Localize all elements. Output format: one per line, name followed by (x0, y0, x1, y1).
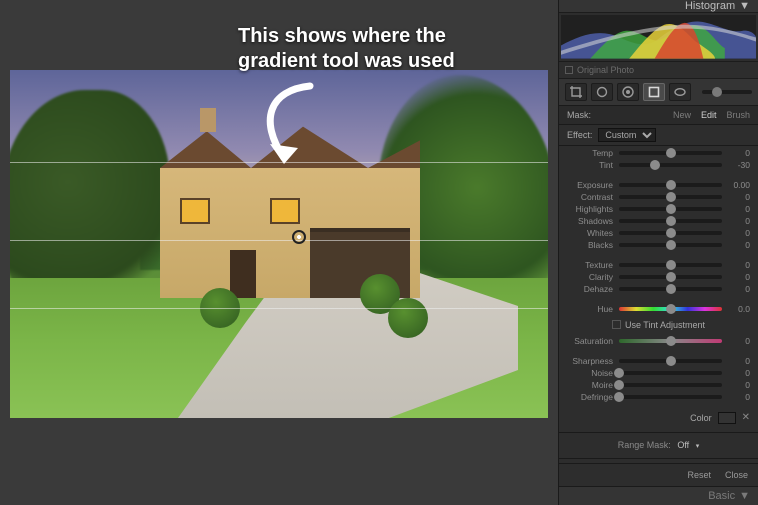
slider-dehaze[interactable]: Dehaze 0 (567, 284, 750, 294)
annotation-arrow-icon (250, 80, 320, 170)
slider-texture[interactable]: Texture 0 (567, 260, 750, 270)
checkbox-icon (565, 66, 573, 74)
basic-panel-header[interactable]: Basic ▼ (559, 486, 758, 505)
gradient-tool-button[interactable] (643, 83, 665, 101)
chevron-down-icon: ▼ (739, 490, 750, 502)
redeye-tool[interactable] (617, 83, 639, 101)
slider-defringe[interactable]: Defringe 0 (567, 392, 750, 402)
crop-tool[interactable] (565, 83, 587, 101)
slider-exposure[interactable]: Exposure 0.00 (567, 180, 750, 190)
slider-tint[interactable]: Tint -30 (567, 160, 750, 170)
histogram-display (561, 15, 756, 59)
gradient-guide-line[interactable] (10, 308, 548, 309)
slider-highlights[interactable]: Highlights 0 (567, 204, 750, 214)
range-mask-row[interactable]: Range Mask: Off ▾ (559, 436, 758, 454)
slider-moire[interactable]: Moire 0 (567, 380, 750, 390)
close-icon[interactable]: ✕ (742, 412, 750, 423)
gradient-pin[interactable] (292, 230, 306, 244)
chevron-down-icon: ▼ (739, 0, 750, 12)
gradient-guide-line[interactable] (10, 240, 548, 241)
original-photo-toggle[interactable]: Original Photo (559, 61, 758, 79)
slider-contrast[interactable]: Contrast 0 (567, 192, 750, 202)
spot-tool[interactable] (591, 83, 613, 101)
annotation-caption: This shows where the gradient tool was u… (238, 24, 498, 74)
histogram-label: Histogram (685, 0, 735, 12)
close-button[interactable]: Close (725, 470, 748, 480)
slider-shadows[interactable]: Shadows 0 (567, 216, 750, 226)
slider-sharpness[interactable]: Sharpness 0 (567, 356, 750, 366)
local-tools-toolbar (559, 79, 758, 106)
slider-clarity[interactable]: Clarity 0 (567, 272, 750, 282)
chevron-down-icon: ▾ (696, 443, 700, 450)
slider-blacks[interactable]: Blacks 0 (567, 240, 750, 250)
slider-temp[interactable]: Temp 0 (567, 148, 750, 158)
slider-noise[interactable]: Noise 0 (567, 368, 750, 378)
radial-tool[interactable] (669, 83, 691, 101)
color-swatch[interactable] (718, 412, 736, 424)
reset-button[interactable]: Reset (687, 470, 711, 480)
slider-saturation[interactable]: Saturation 0 (567, 336, 750, 346)
original-photo-label: Original Photo (577, 65, 634, 75)
brush-size-slider[interactable] (702, 90, 752, 94)
checkbox-icon (612, 320, 621, 329)
histogram-header[interactable]: Histogram ▼ (559, 0, 758, 13)
slider-whites[interactable]: Whites 0 (567, 228, 750, 238)
color-label: Color (690, 413, 712, 423)
use-tint-checkbox[interactable]: Use Tint Adjustment (567, 316, 750, 334)
effect-select[interactable]: Custom (598, 128, 656, 142)
develop-panel: Histogram ▼ Original Photo Mask: New Edi… (558, 0, 758, 505)
tab-new[interactable]: New (673, 110, 691, 120)
tab-edit[interactable]: Edit (701, 110, 717, 120)
effect-label: Effect: (567, 130, 592, 140)
slider-hue[interactable]: Hue 0.0 (567, 304, 750, 314)
tab-brush[interactable]: Brush (726, 110, 750, 120)
mask-label: Mask: (567, 110, 591, 120)
